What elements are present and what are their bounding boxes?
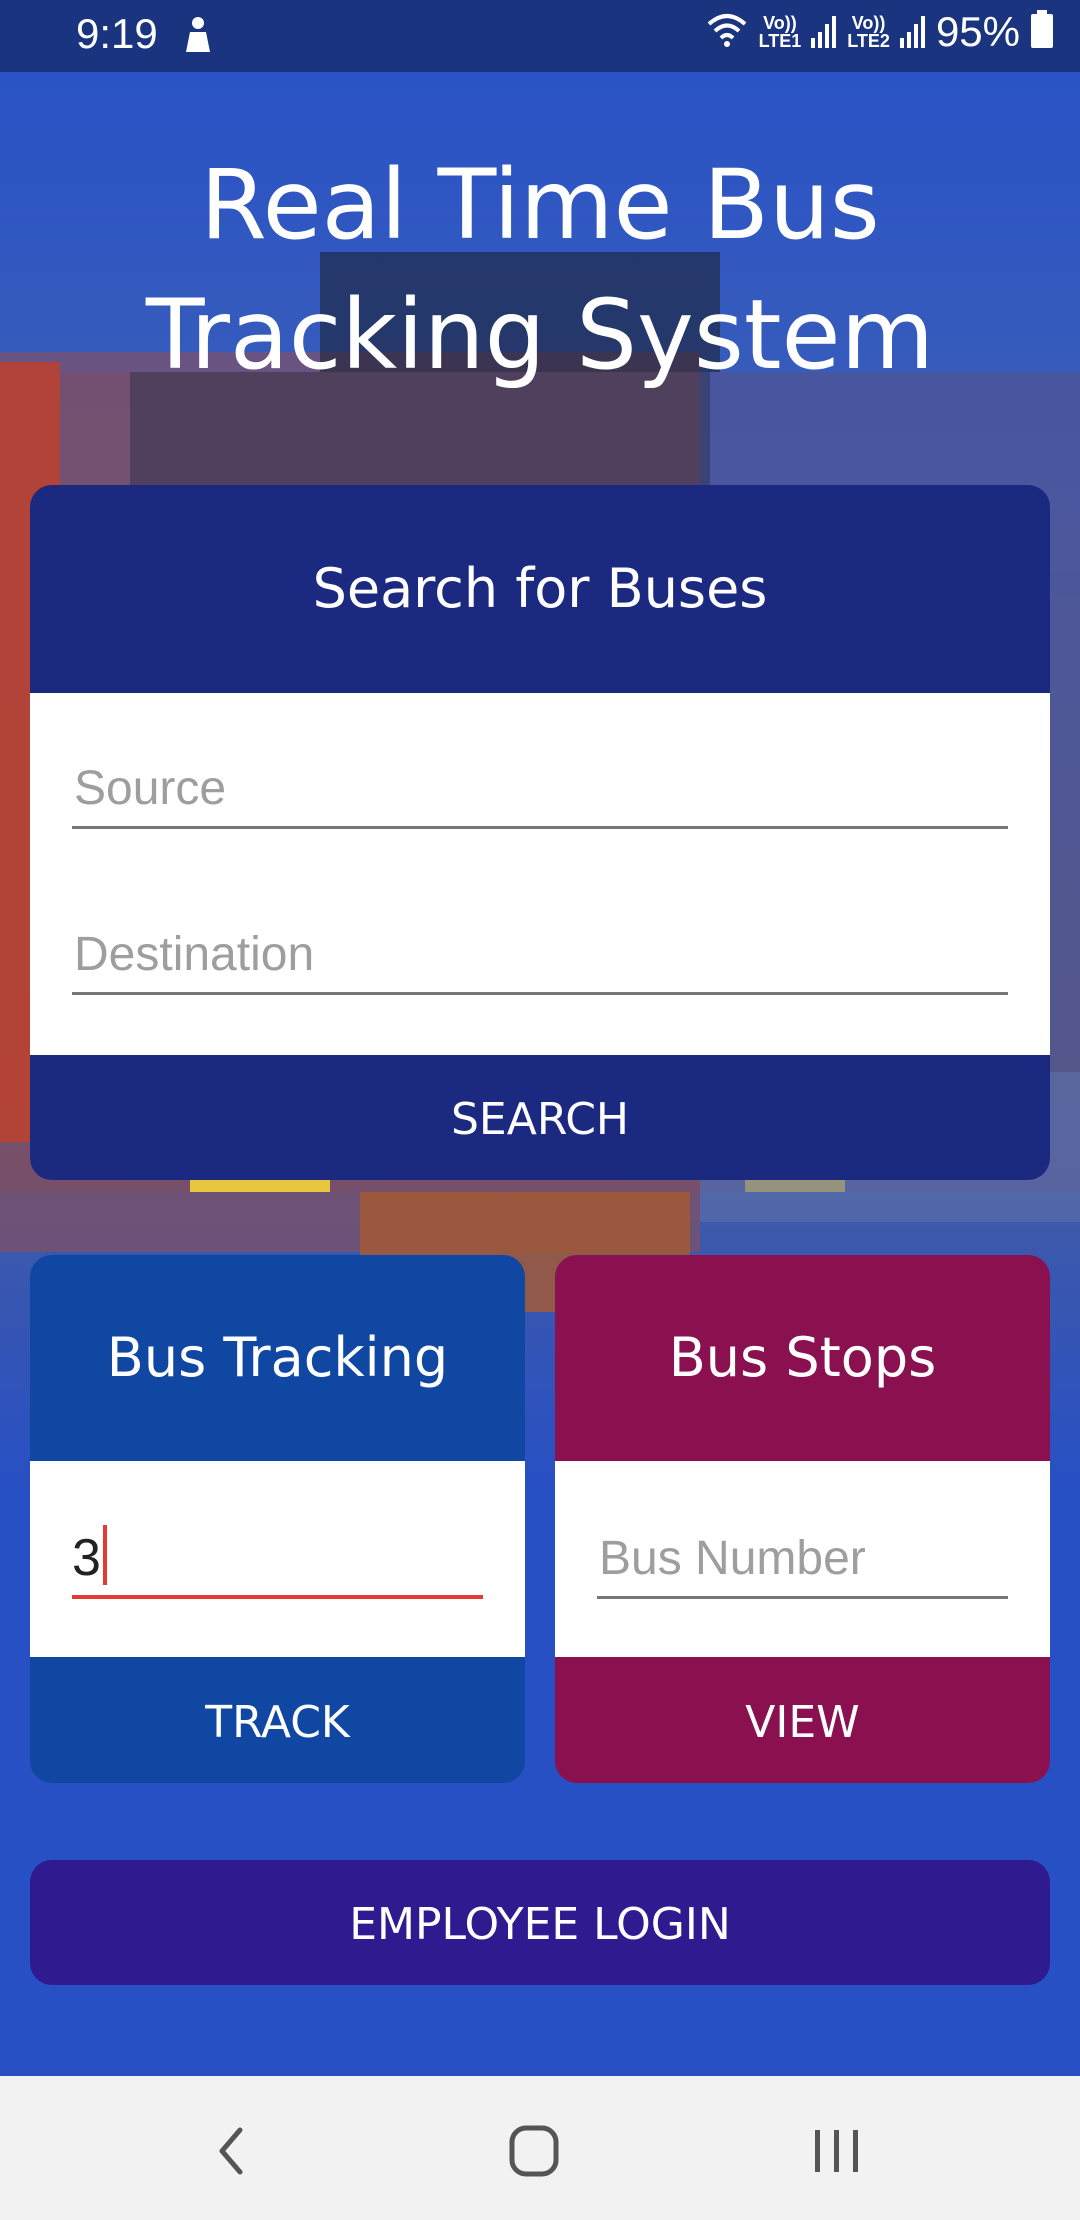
title-line-1: Real Time Bus (200, 149, 880, 261)
status-indicators: Vo)) LTE1 Vo)) LTE2 95% (705, 8, 1054, 56)
sim1-volte: Vo)) (763, 13, 797, 33)
app-title: Real Time Bus Tracking System (0, 140, 1080, 400)
search-button[interactable]: SEARCH (30, 1055, 1050, 1180)
title-line-2: Tracking System (145, 279, 935, 391)
bus-number-placeholder[interactable]: Bus Number (597, 1531, 1008, 1586)
sim1-lte: LTE1 (758, 31, 802, 51)
search-card-body: Source Destination (30, 693, 1050, 1055)
home-icon[interactable] (494, 2116, 574, 2186)
track-button[interactable]: TRACK (30, 1657, 525, 1783)
sim2-lte: LTE2 (847, 31, 890, 51)
text-cursor (102, 1525, 107, 1585)
destination-underline (72, 992, 1008, 995)
battery-percent: 95% (935, 8, 1020, 55)
stops-card-body: Bus Number (555, 1461, 1050, 1657)
status-time: 9:19 (76, 10, 158, 57)
employee-login-button[interactable]: EMPLOYEE LOGIN (30, 1860, 1050, 1985)
search-card-header: Search for Buses (30, 485, 1050, 693)
bus-number-input[interactable]: Bus Number (597, 1531, 1008, 1599)
tracking-card-body: 3 (30, 1461, 525, 1657)
battery-icon (1030, 10, 1054, 54)
sim2-volte: Vo)) (851, 13, 886, 33)
signal-icon (899, 12, 926, 52)
tracking-input-underline (72, 1595, 483, 1599)
tracking-card-header: Bus Tracking (30, 1255, 525, 1461)
bus-stops-card: Bus Stops Bus Number VIEW (555, 1255, 1050, 1783)
back-icon[interactable] (192, 2116, 272, 2186)
recent-apps-icon[interactable] (797, 2116, 877, 2186)
bus-tracking-card: Bus Tracking 3 TRACK (30, 1255, 525, 1783)
destination-placeholder[interactable]: Destination (72, 927, 1008, 982)
search-buses-card: Search for Buses Source Destination SEAR… (30, 485, 1050, 1180)
sim1-label: Vo)) LTE1 (759, 14, 802, 50)
notification-icon (180, 14, 216, 63)
destination-field[interactable]: Destination (72, 927, 1008, 995)
app-screen: 9:19 Vo)) LTE1 Vo)) LTE2 95% Real Time B… (0, 0, 1080, 2220)
signal-icon (811, 12, 837, 52)
bus-tracking-input[interactable]: 3 (72, 1525, 483, 1599)
source-placeholder[interactable]: Source (72, 761, 1008, 816)
source-underline (72, 826, 1008, 829)
bus-number-underline (597, 1596, 1008, 1599)
stops-card-header: Bus Stops (555, 1255, 1050, 1461)
navigation-bar (0, 2076, 1080, 2220)
status-bar: 9:19 Vo)) LTE1 Vo)) LTE2 95% (0, 0, 1080, 72)
wifi-icon (705, 10, 749, 54)
sim2-label: Vo)) LTE2 (847, 14, 890, 50)
tracking-input-value[interactable]: 3 (72, 1528, 101, 1588)
view-button[interactable]: VIEW (555, 1657, 1050, 1783)
source-field[interactable]: Source (72, 761, 1008, 829)
